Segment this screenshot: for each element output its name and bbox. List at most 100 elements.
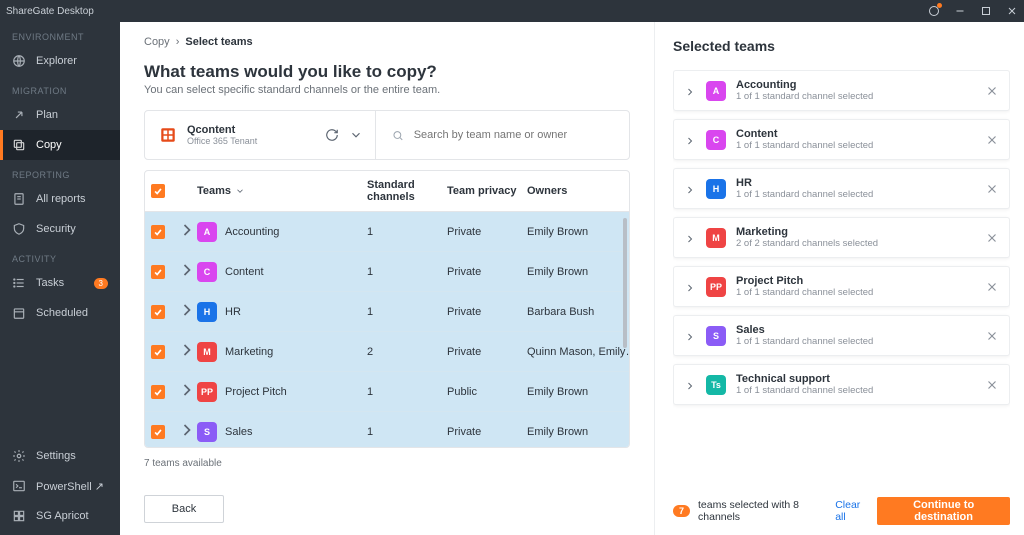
channels-count: 1 <box>367 426 447 438</box>
back-button[interactable]: Back <box>144 495 224 523</box>
sidebar-item-security[interactable]: Security <box>0 214 120 244</box>
team-avatar: PP <box>197 382 217 402</box>
sidebar-item-sg-apricot[interactable]: SG Apricot <box>0 501 120 531</box>
breadcrumb-current: Select teams <box>185 36 252 48</box>
channels-count: 2 <box>367 346 447 358</box>
selected-name: Accounting <box>736 79 873 91</box>
sidebar-item-explorer[interactable]: Explorer <box>0 46 120 76</box>
sidebar-item-all-reports[interactable]: All reports <box>0 184 120 214</box>
expand-icon[interactable] <box>177 311 197 323</box>
selected-item: PPProject Pitch1 of 1 standard channel s… <box>673 266 1010 307</box>
col-owners[interactable]: Owners <box>527 185 567 197</box>
sidebar-item-copy[interactable]: Copy <box>0 130 120 160</box>
remove-icon[interactable] <box>985 378 999 392</box>
clear-all-link[interactable]: Clear all <box>835 499 869 523</box>
row-checkbox[interactable] <box>151 265 165 279</box>
minimize-button[interactable] <box>954 5 966 17</box>
row-checkbox[interactable] <box>151 425 165 439</box>
expand-icon[interactable] <box>177 231 197 243</box>
selected-name: Sales <box>736 324 873 336</box>
col-teams[interactable]: Teams <box>197 185 231 197</box>
selected-sub: 1 of 1 standard channel selected <box>736 91 873 102</box>
continue-button[interactable]: Continue to destination <box>877 497 1010 525</box>
sidebar-item-label: Explorer <box>36 55 77 67</box>
sidebar-section-label: ACTIVITY <box>0 244 120 268</box>
select-all-checkbox[interactable] <box>151 184 165 198</box>
teams-available: 7 teams available <box>144 458 630 469</box>
sidebar: ENVIRONMENTExplorerMIGRATIONPlanCopyREPO… <box>0 22 120 535</box>
gear-icon <box>12 449 26 463</box>
page-subtitle: You can select specific standard channel… <box>144 84 630 96</box>
expand-icon[interactable] <box>684 281 696 293</box>
remove-icon[interactable] <box>985 329 999 343</box>
expand-icon[interactable] <box>684 85 696 97</box>
team-privacy: Private <box>447 266 527 278</box>
table-row[interactable]: HHR1PrivateBarbara Bush <box>145 292 629 332</box>
team-name: HR <box>225 306 241 318</box>
sort-icon[interactable] <box>235 186 245 196</box>
sidebar-item-scheduled[interactable]: Scheduled <box>0 298 120 328</box>
row-checkbox[interactable] <box>151 225 165 239</box>
refresh-icon[interactable] <box>325 128 339 142</box>
search-input[interactable] <box>414 129 613 141</box>
selected-sub: 1 of 1 standard channel selected <box>736 189 873 200</box>
copy-icon <box>12 138 26 152</box>
source-name: Qcontent <box>187 124 257 136</box>
row-checkbox[interactable] <box>151 385 165 399</box>
row-checkbox[interactable] <box>151 305 165 319</box>
sidebar-item-plan[interactable]: Plan <box>0 100 120 130</box>
sidebar-item-powershell-[interactable]: PowerShell ↗ <box>0 471 120 501</box>
expand-icon[interactable] <box>177 271 197 283</box>
col-privacy[interactable]: Team privacy <box>447 185 517 197</box>
expand-icon[interactable] <box>177 351 197 363</box>
expand-icon[interactable] <box>177 431 197 443</box>
table-row[interactable]: CContent1PrivateEmily Brown <box>145 252 629 292</box>
sidebar-item-label: Scheduled <box>36 307 88 319</box>
team-owners: Emily Brown <box>527 266 629 278</box>
report-icon <box>12 192 26 206</box>
team-owners: Barbara Bush <box>527 306 629 318</box>
team-avatar: C <box>197 262 217 282</box>
team-avatar: Ts <box>706 375 726 395</box>
team-name: Sales <box>225 426 253 438</box>
sidebar-item-label: PowerShell ↗ <box>36 480 104 493</box>
selected-title: Selected teams <box>673 38 1010 54</box>
sidebar-item-tasks[interactable]: Tasks3 <box>0 268 120 298</box>
maximize-button[interactable] <box>980 5 992 17</box>
expand-icon[interactable] <box>684 330 696 342</box>
expand-icon[interactable] <box>684 232 696 244</box>
table-row[interactable]: MMarketing2PrivateQuinn Mason, Emily Bro <box>145 332 629 372</box>
sidebar-item-label: Security <box>36 223 76 235</box>
table-row[interactable]: PPProject Pitch1PublicEmily Brown <box>145 372 629 412</box>
selected-sub: 1 of 1 standard channel selected <box>736 140 873 151</box>
remove-icon[interactable] <box>985 133 999 147</box>
source-sub: Office 365 Tenant <box>187 136 257 146</box>
col-channels[interactable]: Standard channels <box>367 179 447 203</box>
scrollbar[interactable] <box>623 218 627 348</box>
close-button[interactable] <box>1006 5 1018 17</box>
expand-icon[interactable] <box>684 183 696 195</box>
chevron-down-icon[interactable] <box>349 128 363 142</box>
app-title: ShareGate Desktop <box>6 6 94 17</box>
sidebar-item-settings[interactable]: Settings <box>0 441 120 471</box>
table-row[interactable]: AAccounting1PrivateEmily Brown <box>145 212 629 252</box>
expand-icon[interactable] <box>177 391 197 403</box>
remove-icon[interactable] <box>985 84 999 98</box>
expand-icon[interactable] <box>684 134 696 146</box>
selected-item: CContent1 of 1 standard channel selected <box>673 119 1010 160</box>
breadcrumb-parent[interactable]: Copy <box>144 36 170 48</box>
team-privacy: Private <box>447 306 527 318</box>
notifications-icon[interactable] <box>928 5 940 17</box>
team-avatar: C <box>706 130 726 150</box>
expand-icon[interactable] <box>684 379 696 391</box>
selected-name: HR <box>736 177 873 189</box>
team-owners: Quinn Mason, Emily Bro <box>527 346 629 358</box>
team-avatar: S <box>706 326 726 346</box>
remove-icon[interactable] <box>985 231 999 245</box>
remove-icon[interactable] <box>985 280 999 294</box>
remove-icon[interactable] <box>985 182 999 196</box>
title-bar: ShareGate Desktop <box>0 0 1024 22</box>
selected-item: MMarketing2 of 2 standard channels selec… <box>673 217 1010 258</box>
row-checkbox[interactable] <box>151 345 165 359</box>
table-row[interactable]: SSales1PrivateEmily Brown <box>145 412 629 447</box>
